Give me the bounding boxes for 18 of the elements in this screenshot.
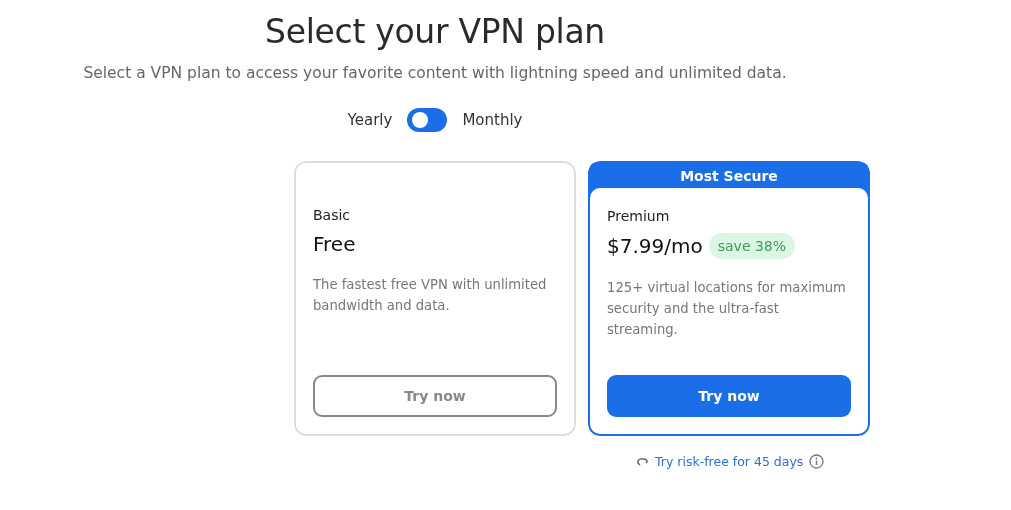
plan-description: The fastest free VPN with unlimited bandwidth and data. [313, 276, 548, 315]
plan-description: 125+ virtual locations for maximum security and the ultra-fast streaming. [607, 279, 847, 339]
page-subtitle: Select a VPN plan to access your favorite content with lightning speed and unlimited data. [83, 64, 787, 82]
badge-label: Most Secure [680, 167, 778, 184]
link-icon [636, 457, 649, 466]
plan-price: $7.99/mo [607, 234, 703, 258]
info-icon[interactable] [809, 454, 825, 469]
plan-price: Free [313, 232, 356, 256]
try-now-button[interactable]: Try now [607, 375, 851, 417]
page-title: Select your VPN plan [265, 12, 605, 51]
plan-name: Basic [313, 207, 352, 223]
toggle-label[interactable]: Yearly [347, 111, 393, 129]
toggle-switch[interactable] [407, 108, 448, 132]
trial-link[interactable]: Try risk-free for 45 days [655, 454, 804, 469]
discount-tag: save 38% [708, 233, 796, 259]
toggle-label[interactable]: Monthly [462, 111, 523, 129]
plan-name: Premium [607, 208, 671, 224]
try-now-button[interactable]: Try now [313, 375, 557, 417]
